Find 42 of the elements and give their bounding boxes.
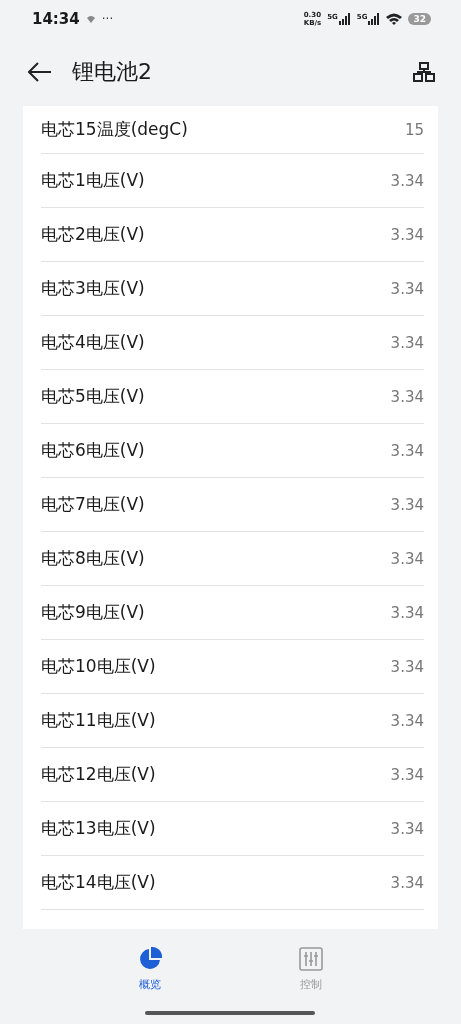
row-label: 电芯3电压(V) — [41, 277, 145, 300]
row-value: 3.34 — [390, 549, 424, 568]
row-value: 15 — [404, 120, 424, 139]
row-value: 3.34 — [390, 711, 424, 730]
signal-icon — [368, 13, 381, 25]
row-value: 3.34 — [390, 819, 424, 838]
row-value: 3.34 — [390, 387, 424, 406]
row-label: 电芯7电压(V) — [41, 493, 145, 516]
row-value: 3.34 — [390, 765, 424, 784]
pie-chart-icon — [138, 947, 163, 971]
row-value: 3.34 — [390, 333, 424, 352]
row-label: 电芯10电压(V) — [41, 655, 156, 678]
row-label: 电芯6电压(V) — [41, 439, 145, 462]
nav-tab[interactable]: 概览 — [120, 947, 181, 992]
row-label: 电芯1电压(V) — [41, 169, 145, 192]
row-label: 电芯4电压(V) — [41, 331, 145, 354]
page-title: 锂电池2 — [72, 58, 153, 86]
row-value: 3.34 — [390, 603, 424, 622]
row-value: 3.34 — [390, 171, 424, 190]
row-label: 电芯5电压(V) — [41, 385, 145, 408]
row-value: 3.34 — [390, 495, 424, 514]
row-value: 3.34 — [390, 441, 424, 460]
more-indicator: ··· — [101, 12, 114, 26]
status-time: 14:34 — [32, 10, 80, 28]
row-label: 电芯12电压(V) — [41, 763, 156, 786]
sliders-icon — [298, 947, 323, 971]
row-value: 3.34 — [390, 279, 424, 298]
row-label: 电芯9电压(V) — [41, 601, 145, 624]
topology-icon[interactable] — [413, 62, 435, 82]
row-label: 电芯14电压(V) — [41, 871, 156, 894]
row-value: 3.34 — [390, 225, 424, 244]
signal-icon — [338, 13, 351, 25]
wifi-icon — [386, 12, 403, 26]
row-label: 电芯11电压(V) — [41, 709, 156, 732]
row-label: 电芯8电压(V) — [41, 547, 145, 570]
row-label: 电芯13电压(V) — [41, 817, 156, 840]
row-value: 3.34 — [390, 657, 424, 676]
back-arrow-icon[interactable] — [28, 62, 52, 82]
battery-indicator: 32 — [408, 13, 431, 25]
row-label: 电芯2电压(V) — [41, 223, 145, 246]
row-label: 电芯15温度(degC) — [41, 118, 188, 141]
row-value: 3.34 — [390, 873, 424, 892]
